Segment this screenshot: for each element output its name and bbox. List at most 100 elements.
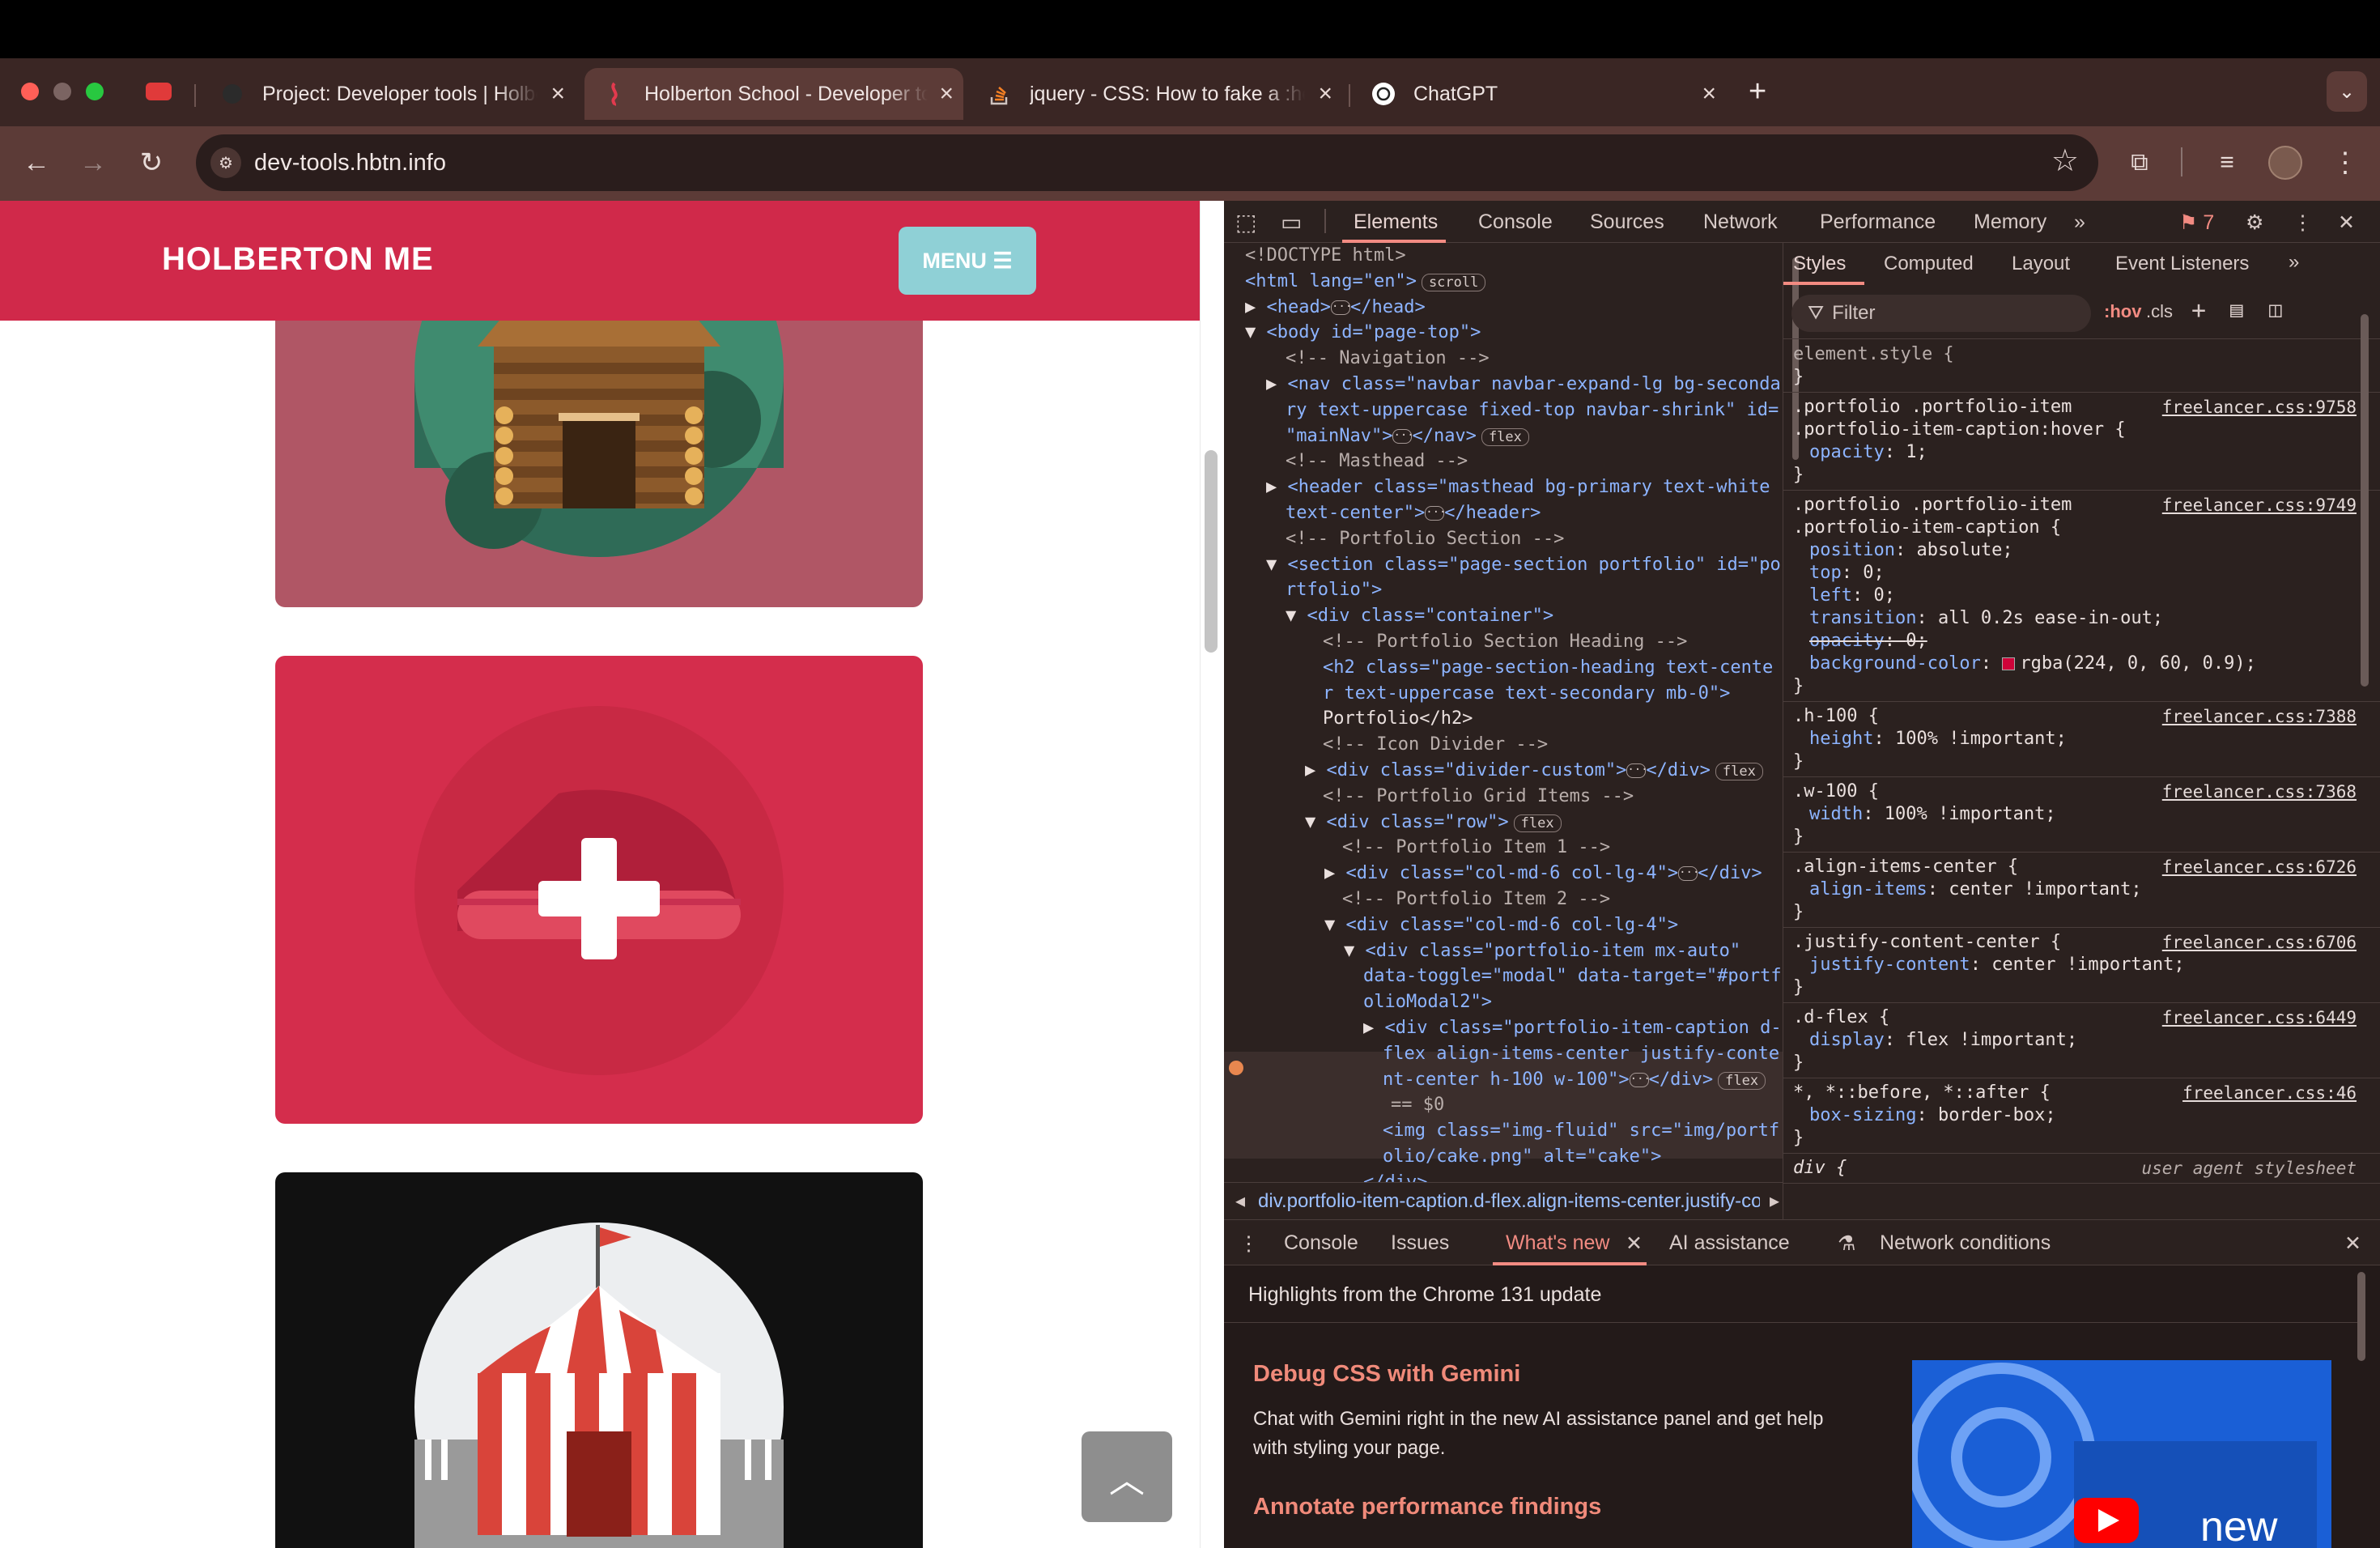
close-window-button[interactable] bbox=[21, 83, 39, 100]
settings-gear-icon[interactable]: ⚙ bbox=[2246, 211, 2263, 235]
site-brand[interactable]: HOLBERTON ME bbox=[162, 241, 434, 278]
drawer-tab-network-conditions[interactable]: Network conditions bbox=[1880, 1231, 2051, 1255]
css-rule[interactable]: *, *::before, *::after {freelancer.css:4… bbox=[1783, 1078, 2380, 1154]
css-declaration[interactable]: justify-content: center !important; bbox=[1793, 954, 2365, 976]
css-rule[interactable]: div {user agent stylesheet bbox=[1783, 1154, 2380, 1184]
css-declaration[interactable]: box-sizing: border-box; bbox=[1793, 1104, 2365, 1127]
css-rule[interactable]: .w-100 {freelancer.css:7368 width: 100% !… bbox=[1783, 777, 2380, 853]
nav-node[interactable]: ▶ <nav class="navbar navbar-expand-lg bg… bbox=[1266, 372, 1781, 398]
dom-breadcrumb[interactable]: ◂ div.portfolio-item-caption.d-flex.alig… bbox=[1224, 1182, 1783, 1219]
styles-filter-input[interactable]: ⛛ Filter bbox=[1791, 295, 2091, 332]
section-node[interactable]: ▼ <section class="page-section portfolio… bbox=[1266, 552, 1781, 578]
css-rule[interactable]: .portfolio .portfolio-item .portfolio-it… bbox=[1783, 491, 2380, 702]
profile-avatar[interactable] bbox=[2268, 146, 2302, 180]
more-options-icon[interactable]: ⋮ bbox=[2293, 211, 2313, 235]
rule-source-link[interactable]: freelancer.css:9749 bbox=[2162, 494, 2357, 517]
drawer-tab-whats-new[interactable]: What's new bbox=[1506, 1231, 1609, 1255]
hov-toggle[interactable]: :hov bbox=[2104, 301, 2141, 322]
tab-console[interactable]: Console bbox=[1478, 211, 1553, 234]
css-declaration[interactable]: display: flex !important; bbox=[1793, 1029, 2365, 1052]
address-bar[interactable]: ⚙ dev-tools.hbtn.info ☆ bbox=[196, 134, 2098, 191]
css-declaration[interactable]: position: absolute; bbox=[1793, 539, 2365, 562]
close-drawer-icon[interactable]: ✕ bbox=[2344, 1231, 2361, 1256]
back-button[interactable]: ← bbox=[18, 144, 55, 181]
scroll-badge[interactable]: scroll bbox=[1421, 273, 1486, 291]
toggle-sidebar-icon[interactable]: ◫ bbox=[2269, 298, 2282, 322]
zoom-window-button[interactable] bbox=[86, 83, 104, 100]
tab-chatgpt[interactable]: ChatGPT × bbox=[1354, 68, 1726, 120]
rule-source-link[interactable]: freelancer.css:7388 bbox=[2162, 705, 2357, 728]
tab-computed[interactable]: Computed bbox=[1884, 253, 1974, 275]
flex-badge[interactable]: flex bbox=[1715, 763, 1763, 780]
container-node[interactable]: ▼ <div class="container"> bbox=[1286, 603, 1553, 629]
elements-tree[interactable]: <!DOCTYPE html> <html lang="en"> scroll ▶… bbox=[1224, 243, 1783, 1182]
more-tabs-icon[interactable]: » bbox=[2074, 211, 2085, 234]
page-scrollbar-thumb[interactable] bbox=[1205, 450, 1218, 653]
css-rule[interactable]: element.style {} bbox=[1783, 340, 2380, 393]
tab-styles[interactable]: Styles bbox=[1793, 253, 1846, 275]
drawer-scrollbar-thumb[interactable] bbox=[2357, 1272, 2365, 1361]
rule-source-link[interactable]: user agent stylesheet bbox=[2141, 1157, 2357, 1180]
rule-source-link[interactable]: freelancer.css:6449 bbox=[2162, 1006, 2357, 1029]
page-scrollbar[interactable] bbox=[1200, 201, 1224, 1548]
scroll-to-top-button[interactable]: ︿ bbox=[1082, 1431, 1172, 1522]
css-declaration[interactable]: transition: all 0.2s ease-in-out; bbox=[1793, 607, 2365, 630]
feature-heading-2[interactable]: Annotate performance findings bbox=[1253, 1494, 1601, 1520]
css-declaration[interactable]: opacity: 0; bbox=[1793, 630, 2365, 653]
html-node[interactable]: <html lang="en"> scroll bbox=[1245, 269, 1486, 295]
close-tab-icon[interactable]: × bbox=[939, 80, 954, 108]
tab-search-button[interactable]: ⌄ bbox=[2327, 71, 2367, 112]
css-rules-list[interactable]: element.style {} .portfolio .portfolio-it… bbox=[1783, 340, 2380, 1184]
paint-icon[interactable]: ▤ bbox=[2230, 298, 2243, 322]
video-thumbnail[interactable]: new bbox=[1912, 1360, 2331, 1548]
close-tab-icon[interactable]: × bbox=[1318, 80, 1332, 108]
bookmark-star-icon[interactable]: ☆ bbox=[2051, 142, 2079, 179]
body-node[interactable]: ▼ <body id="page-top"> bbox=[1245, 320, 1481, 346]
flex-badge[interactable]: flex bbox=[1718, 1071, 1766, 1090]
minimize-window-button[interactable] bbox=[53, 83, 71, 100]
forward-button[interactable]: → bbox=[74, 144, 112, 181]
breadcrumb-right-arrow[interactable]: ▸ bbox=[1770, 1189, 1779, 1213]
portfolio-item-node[interactable]: ▼ <div class="portfolio-item mx-auto" bbox=[1344, 938, 1740, 964]
img-node[interactable]: <img class="img-fluid" src="img/portf bbox=[1383, 1118, 1779, 1144]
inspect-element-icon[interactable]: ⬚ bbox=[1235, 209, 1256, 236]
cls-toggle[interactable]: .cls bbox=[2146, 301, 2173, 322]
tab-holberton-developer-tools[interactable]: Holberton School - Developer tools × bbox=[584, 68, 963, 120]
drawer-menu-icon[interactable]: ⋮ bbox=[1239, 1231, 1259, 1256]
new-style-rule-icon[interactable]: + bbox=[2191, 296, 2206, 325]
media-controls-icon[interactable]: ≡ bbox=[2208, 144, 2246, 181]
css-declaration[interactable]: top: 0; bbox=[1793, 562, 2365, 585]
drawer-tab-ai-assistance[interactable]: AI assistance bbox=[1669, 1231, 1790, 1255]
caption-node[interactable]: ▶ <div class="portfolio-item-caption d- bbox=[1363, 1015, 1782, 1041]
rule-source-link[interactable]: freelancer.css:7368 bbox=[2162, 780, 2357, 803]
tab-network[interactable]: Network bbox=[1703, 211, 1778, 234]
styles-scrollbar-thumb[interactable] bbox=[2361, 314, 2369, 687]
col-1-node[interactable]: ▶ <div class="col-md-6 col-lg-4">···</di… bbox=[1324, 861, 1762, 887]
rule-source-link[interactable]: freelancer.css:9758 bbox=[2162, 396, 2357, 419]
youtube-pinned-tab-icon[interactable] bbox=[146, 83, 172, 100]
rule-selector[interactable]: element.style { bbox=[1793, 343, 2365, 366]
css-declaration[interactable]: background-color: rgba(224, 0, 60, 0.9); bbox=[1793, 653, 2365, 675]
breadcrumb-left-arrow[interactable]: ◂ bbox=[1235, 1189, 1245, 1213]
tab-memory[interactable]: Memory bbox=[1974, 211, 2046, 234]
feature-heading-1[interactable]: Debug CSS with Gemini bbox=[1253, 1361, 1520, 1388]
tab-performance[interactable]: Performance bbox=[1820, 211, 1936, 234]
close-tab-icon[interactable]: × bbox=[550, 80, 565, 108]
css-declaration[interactable]: left: 0; bbox=[1793, 585, 2365, 607]
portfolio-item-cake[interactable] bbox=[275, 656, 923, 1124]
site-settings-icon[interactable]: ⚙ bbox=[210, 147, 241, 178]
rule-source-link[interactable]: freelancer.css:46 bbox=[2182, 1082, 2357, 1104]
header-node[interactable]: ▶ <header class="masthead bg-primary tex… bbox=[1266, 474, 1770, 500]
tab-layout[interactable]: Layout bbox=[2012, 253, 2070, 275]
css-rule[interactable]: .align-items-center {freelancer.css:6726… bbox=[1783, 853, 2380, 928]
tab-project-developer-tools[interactable]: Project: Developer tools | Holberton × bbox=[202, 68, 575, 120]
color-swatch[interactable] bbox=[2002, 657, 2016, 670]
flex-badge[interactable]: flex bbox=[1513, 814, 1562, 832]
css-declaration[interactable]: opacity: 1; bbox=[1793, 441, 2365, 464]
portfolio-item-circus[interactable] bbox=[275, 1172, 923, 1548]
row-node[interactable]: ▼ <div class="row"> flex bbox=[1305, 810, 1562, 836]
head-node[interactable]: ▶ <head>···</head> bbox=[1245, 295, 1426, 321]
css-declaration[interactable]: width: 100% !important; bbox=[1793, 803, 2365, 826]
close-whats-new-icon[interactable]: ✕ bbox=[1626, 1231, 1643, 1256]
rule-source-link[interactable]: freelancer.css:6726 bbox=[2162, 856, 2357, 878]
